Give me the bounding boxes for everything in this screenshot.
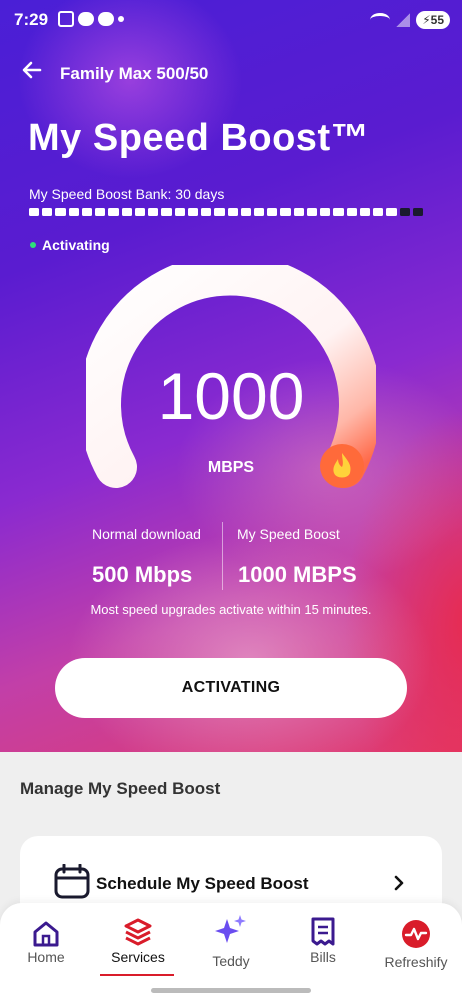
nav-refreshify[interactable]: Refreshify — [376, 903, 456, 983]
bank-day-segment — [253, 208, 265, 216]
nav-services-label: Services — [111, 949, 165, 965]
activating-button[interactable]: ACTIVATING — [55, 658, 407, 718]
bank-day-segment — [399, 208, 410, 216]
bill-icon — [311, 917, 335, 946]
notification-icons — [58, 11, 124, 27]
bank-day-segment — [121, 208, 132, 216]
bank-day-segment — [386, 208, 397, 216]
bank-day-segment — [412, 208, 424, 216]
bank-day-segment — [187, 208, 199, 216]
bank-day-segment — [81, 208, 93, 216]
speed-unit: MBPS — [207, 459, 255, 476]
screenshot-icon — [58, 11, 74, 27]
stats-divider — [222, 522, 223, 590]
activation-status-label: Activating — [42, 237, 110, 253]
manage-section-title: Manage My Speed Boost — [20, 779, 221, 798]
bank-day-segment — [174, 208, 185, 216]
status-time: 7:29 — [14, 10, 49, 29]
bank-day-segment — [134, 208, 146, 216]
schedule-speed-boost-row[interactable]: Schedule My Speed Boost — [54, 864, 414, 904]
speed-boost-bank-label: My Speed Boost Bank: 30 days — [29, 186, 225, 202]
bank-day-segment — [29, 208, 40, 216]
status-bar: 7:29 ⚡55 — [0, 0, 462, 40]
hero-panel: 7:29 ⚡55 Family Max 500/50 My Speed Boos… — [0, 0, 462, 752]
back-arrow-icon[interactable] — [20, 58, 44, 82]
speed-boost-bank-bar — [29, 208, 424, 218]
bank-day-segment — [346, 208, 357, 216]
activation-status: Activating — [30, 237, 110, 253]
signal-icon — [396, 13, 411, 27]
nav-teddy[interactable]: Teddy — [191, 903, 271, 983]
bank-day-segment — [320, 208, 331, 216]
messenger-icon — [98, 12, 114, 26]
chevron-right-icon — [394, 875, 404, 891]
bank-day-segment — [227, 208, 238, 216]
battery-level: 55 — [430, 13, 444, 27]
bank-day-segment — [214, 208, 225, 216]
nav-refreshify-label: Refreshify — [384, 954, 448, 970]
speed-boost-value: 1000 MBPS — [238, 562, 357, 587]
page-title: My Speed Boost™ — [28, 117, 370, 159]
bank-day-segment — [306, 208, 318, 216]
nav-home-label: Home — [27, 949, 65, 965]
normal-download-value: 500 Mbps — [92, 562, 193, 587]
bank-day-segment — [280, 208, 291, 216]
layers-icon — [124, 918, 152, 946]
bank-day-segment — [161, 208, 172, 216]
nav-bills[interactable]: Bills — [283, 903, 363, 983]
sparkle-icon — [215, 915, 246, 943]
home-indicator[interactable] — [151, 988, 311, 993]
refreshify-icon — [402, 920, 430, 948]
nav-teddy-label: Teddy — [212, 953, 250, 969]
bank-day-segment — [373, 208, 384, 216]
activation-note: Most speed upgrades activate within 15 m… — [90, 602, 372, 617]
chat-icon — [78, 12, 94, 26]
bank-day-segment — [201, 208, 212, 216]
bank-day-segment — [108, 208, 119, 216]
speed-value: 1000 — [157, 359, 305, 433]
bank-day-segment — [68, 208, 79, 216]
bank-day-segment — [359, 208, 371, 216]
nav-bills-label: Bills — [310, 949, 336, 965]
bank-day-segment — [55, 208, 66, 216]
more-dot-icon — [118, 16, 124, 22]
system-icons: ⚡55 — [370, 11, 450, 29]
bank-day-segment — [293, 208, 304, 216]
bottom-navigation: Home Services Teddy Bills Refreshify — [0, 903, 462, 1000]
normal-download-label: Normal download — [92, 526, 201, 542]
status-dot-icon — [30, 242, 36, 248]
bank-day-segment — [95, 208, 106, 216]
bank-day-segment — [333, 208, 344, 216]
plan-name: Family Max 500/50 — [60, 64, 209, 83]
bank-day-segment — [42, 208, 53, 216]
speed-boost-label: My Speed Boost — [237, 526, 340, 542]
battery-indicator: ⚡55 — [416, 11, 450, 29]
home-icon — [33, 921, 59, 947]
schedule-speed-boost-label: Schedule My Speed Boost — [96, 874, 309, 893]
active-tab-indicator — [100, 974, 174, 976]
nav-services[interactable]: Services — [98, 903, 178, 983]
bank-day-segment — [240, 208, 251, 216]
bank-day-segment — [148, 208, 159, 216]
wifi-icon — [370, 13, 391, 27]
calendar-icon — [54, 864, 90, 899]
nav-home[interactable]: Home — [6, 903, 86, 983]
bank-day-segment — [267, 208, 278, 216]
